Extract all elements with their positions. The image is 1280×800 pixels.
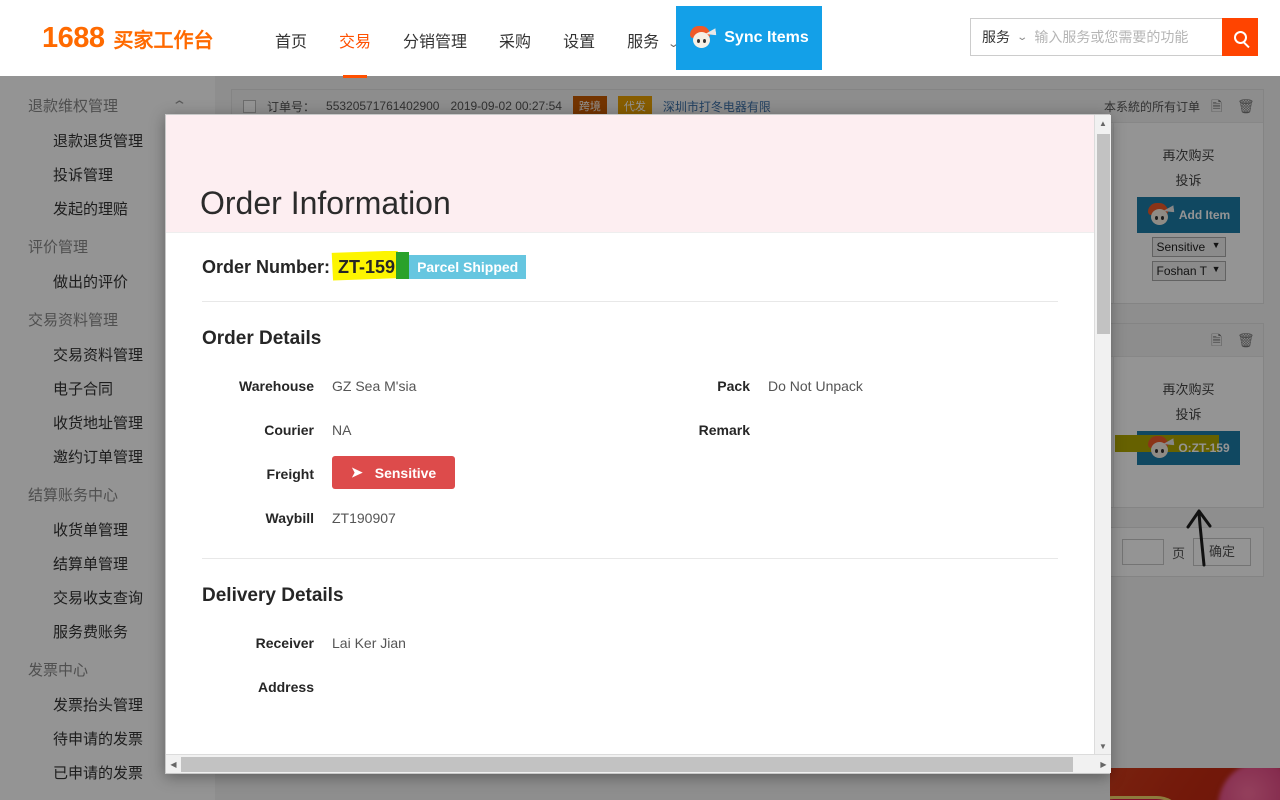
mascot-icon [689, 26, 715, 50]
chevron-down-icon[interactable]: ⌄ [1016, 32, 1028, 43]
nav-item-trade[interactable]: 交易 [339, 28, 371, 56]
receiver-value: Lai Ker Jian [332, 635, 406, 651]
freight-value: ➤ Sensitive [314, 452, 664, 496]
logo-mark: 1688 [42, 22, 105, 54]
nav-item-settings[interactable]: 设置 [563, 28, 595, 56]
sync-items-button[interactable]: Sync Items [676, 6, 822, 70]
empty-label [664, 496, 750, 540]
nav-item-distribution[interactable]: 分销管理 [403, 28, 467, 56]
modal-vertical-scrollbar[interactable]: ▲ ▼ [1094, 115, 1111, 755]
horizontal-scroll-track[interactable] [181, 756, 1096, 773]
order-details-heading: Order Details [202, 328, 322, 349]
search-input[interactable] [1034, 29, 1222, 45]
empty-value [750, 452, 1058, 496]
empty-label [664, 452, 750, 496]
order-number-label: Order Number: [202, 256, 331, 277]
waybill-value: ZT190907 [332, 510, 396, 526]
nav-item-purchase[interactable]: 采购 [499, 28, 531, 56]
page-title: Order Information [200, 185, 451, 221]
search-box: 服务 ⌄ [970, 18, 1258, 56]
address-value [314, 665, 664, 709]
vertical-scroll-thumb[interactable] [1097, 134, 1110, 334]
warehouse-label: Warehouse [239, 378, 314, 394]
sensitive-button[interactable]: ➤ Sensitive [332, 456, 456, 489]
empty-label [664, 665, 750, 709]
green-highlight-marker [396, 251, 410, 279]
sync-items-label: Sync Items [724, 29, 809, 46]
logo-subtitle: 买家工作台 [113, 30, 214, 52]
scroll-down-arrow-icon[interactable]: ▼ [1095, 738, 1111, 755]
search-input-wrapper: 服务 ⌄ [970, 18, 1222, 56]
scroll-left-arrow-icon[interactable]: ◀ [166, 760, 181, 769]
remark-label: Remark [698, 422, 750, 438]
waybill-label: Waybill [265, 510, 315, 526]
scroll-right-arrow-icon[interactable]: ▶ [1096, 760, 1111, 769]
address-label: Address [257, 679, 314, 695]
top-header: 1688 买家工作台 首页 交易 分销管理 采购 设置 服务 ⌄ Sync It… [0, 0, 1280, 76]
warehouse-value: GZ Sea M'sia [332, 378, 417, 394]
search-category-label[interactable]: 服务 [982, 27, 1010, 47]
modal-horizontal-scrollbar[interactable]: ◀ ▶ [166, 754, 1111, 773]
empty-value [750, 496, 1058, 540]
freight-label: Freight [266, 466, 314, 482]
modal-content: Order Number: ZT-159 Parcel Shipped Orde… [166, 233, 1094, 709]
horizontal-scroll-thumb[interactable] [181, 756, 1073, 772]
nav-item-service-label: 服务 [627, 34, 660, 51]
courier-value: NA [332, 422, 352, 438]
modal-scroll-area: Order Information Order Number: ZT-159 P… [166, 115, 1111, 755]
nav-item-service[interactable]: 服务 ⌄ [627, 28, 680, 56]
main-navigation: 首页 交易 分销管理 采购 设置 服务 ⌄ [275, 28, 680, 56]
delivery-details-grid: Receiver Lai Ker Jian Address [202, 621, 1058, 709]
status-badge: Parcel Shipped [409, 255, 527, 279]
search-button[interactable] [1222, 18, 1258, 56]
order-number-row: Order Number: ZT-159 Parcel Shipped [202, 250, 1058, 302]
empty-value [750, 621, 1058, 665]
modal-banner: Order Information [166, 115, 1094, 233]
order-number-text: ZT-159 [338, 256, 396, 277]
modal-inner: Order Information Order Number: ZT-159 P… [166, 115, 1094, 754]
section-divider [202, 558, 1058, 559]
remark-value [750, 408, 1058, 452]
search-icon [1233, 30, 1247, 44]
receiver-label: Receiver [255, 635, 314, 651]
paper-plane-icon: ➤ [351, 464, 363, 480]
order-details-grid: Warehouse GZ Sea M'sia Pack Do Not Unpac… [202, 364, 1058, 540]
empty-value [750, 665, 1058, 709]
pack-label: Pack [717, 378, 750, 394]
delivery-details-heading: Delivery Details [202, 585, 344, 606]
site-logo[interactable]: 1688 买家工作台 [42, 22, 214, 55]
sensitive-button-label: Sensitive [374, 464, 437, 481]
order-information-modal: Order Information Order Number: ZT-159 P… [165, 114, 1111, 774]
empty-label [664, 621, 750, 665]
scroll-up-arrow-icon[interactable]: ▲ [1095, 115, 1111, 132]
order-number-value: ZT-159 [331, 250, 410, 281]
pack-value: Do Not Unpack [768, 378, 863, 394]
nav-item-home[interactable]: 首页 [275, 28, 307, 56]
courier-label: Courier [264, 422, 314, 438]
